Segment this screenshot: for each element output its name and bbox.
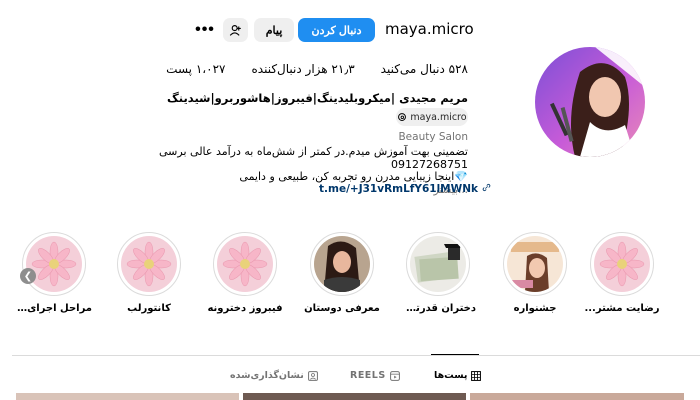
reels-icon bbox=[389, 370, 400, 381]
photo-icon bbox=[314, 236, 370, 292]
profile-avatar[interactable] bbox=[535, 47, 645, 157]
suggest-user-button[interactable] bbox=[223, 18, 248, 42]
external-link-text: t.me/+J31vRmLfY61lMWNk bbox=[319, 183, 478, 195]
grid-icon bbox=[471, 370, 482, 381]
highlight-item[interactable]: رضایت مشتر... bbox=[584, 232, 660, 314]
tab-label: REELS bbox=[350, 370, 386, 381]
flower-icon bbox=[26, 236, 82, 292]
profile-full-name: مریم مجیدی |میکروبلیدینگ|فیبروز|هاشوربرو… bbox=[167, 91, 468, 105]
bio-line: 💎اینجا زیبایی مدرن رو تجربه کن، طبیعی و … bbox=[239, 170, 468, 183]
highlight-item[interactable]: فیبروز دخترونه bbox=[207, 232, 283, 314]
link-icon bbox=[482, 183, 490, 192]
highlight-item[interactable]: جشنواره bbox=[497, 232, 573, 314]
threads-badge[interactable]: maya.micro bbox=[396, 108, 468, 126]
highlight-label: فیبروز دخترونه bbox=[207, 303, 283, 314]
following-count[interactable]: ۵۲۸ دنبال می‌کنید bbox=[381, 62, 468, 76]
highlight-item[interactable]: دختران قدرتمند bbox=[400, 232, 476, 314]
add-user-icon bbox=[229, 24, 241, 36]
tab-label: نشان‌گذاری‌شده bbox=[230, 370, 304, 381]
avatar-photo bbox=[535, 47, 645, 157]
highlight-label: معرفی دوستان bbox=[304, 303, 380, 314]
posts-count: ۱،۰۲۷ پست bbox=[166, 62, 226, 76]
flower-icon bbox=[217, 236, 273, 292]
highlight-label: دختران قدرتمند bbox=[400, 303, 476, 314]
profile-stats: ۱،۰۲۷ پست ۲۱٫۳ هزار دنبال‌کننده ۵۲۸ دنبا… bbox=[166, 62, 468, 76]
tabs-divider bbox=[12, 355, 700, 356]
threads-icon bbox=[398, 113, 407, 121]
post-thumbnail[interactable] bbox=[470, 393, 684, 400]
highlight-item[interactable]: معرفی دوستان bbox=[304, 232, 380, 314]
photo-icon bbox=[507, 236, 563, 292]
highlight-label: جشنواره bbox=[513, 303, 557, 314]
follow-button[interactable]: دنبال کردن bbox=[298, 18, 375, 42]
active-tab-indicator bbox=[431, 354, 479, 355]
highlights-prev-button[interactable]: ❮ bbox=[20, 268, 36, 284]
more-options-button[interactable]: ••• bbox=[193, 18, 217, 42]
tab-tagged[interactable]: نشان‌گذاری‌شده bbox=[230, 370, 318, 381]
chevron-left-icon: ❮ bbox=[23, 270, 33, 282]
highlight-label: رضایت مشتر... bbox=[584, 303, 660, 314]
profile-category: Beauty Salon bbox=[398, 131, 468, 143]
post-thumbnail[interactable] bbox=[16, 393, 239, 400]
photo-icon bbox=[410, 236, 466, 292]
bio-line: تضمینی بهت آموزش میدم.در کمتر از شش‌ماه … bbox=[159, 145, 468, 158]
tagged-icon bbox=[307, 370, 318, 381]
followers-count[interactable]: ۲۱٫۳ هزار دنبال‌کننده bbox=[251, 62, 354, 76]
post-thumbnail[interactable] bbox=[243, 393, 466, 400]
username: maya.micro bbox=[385, 20, 474, 38]
highlight-label: کانتورلب bbox=[127, 303, 171, 314]
threads-handle: maya.micro bbox=[410, 111, 467, 123]
message-button[interactable]: پیام bbox=[254, 18, 294, 42]
tab-label: پست‌ها bbox=[434, 370, 468, 381]
tab-posts[interactable]: پست‌ها bbox=[434, 370, 482, 381]
flower-icon bbox=[121, 236, 177, 292]
flower-icon bbox=[594, 236, 650, 292]
highlight-label: مراحل اجرای کار bbox=[16, 303, 92, 314]
tab-reels[interactable]: REELS bbox=[350, 370, 400, 381]
external-link[interactable]: t.me/+J31vRmLfY61lMWNk bbox=[319, 183, 491, 195]
highlight-item[interactable]: کانتورلب bbox=[111, 232, 187, 314]
